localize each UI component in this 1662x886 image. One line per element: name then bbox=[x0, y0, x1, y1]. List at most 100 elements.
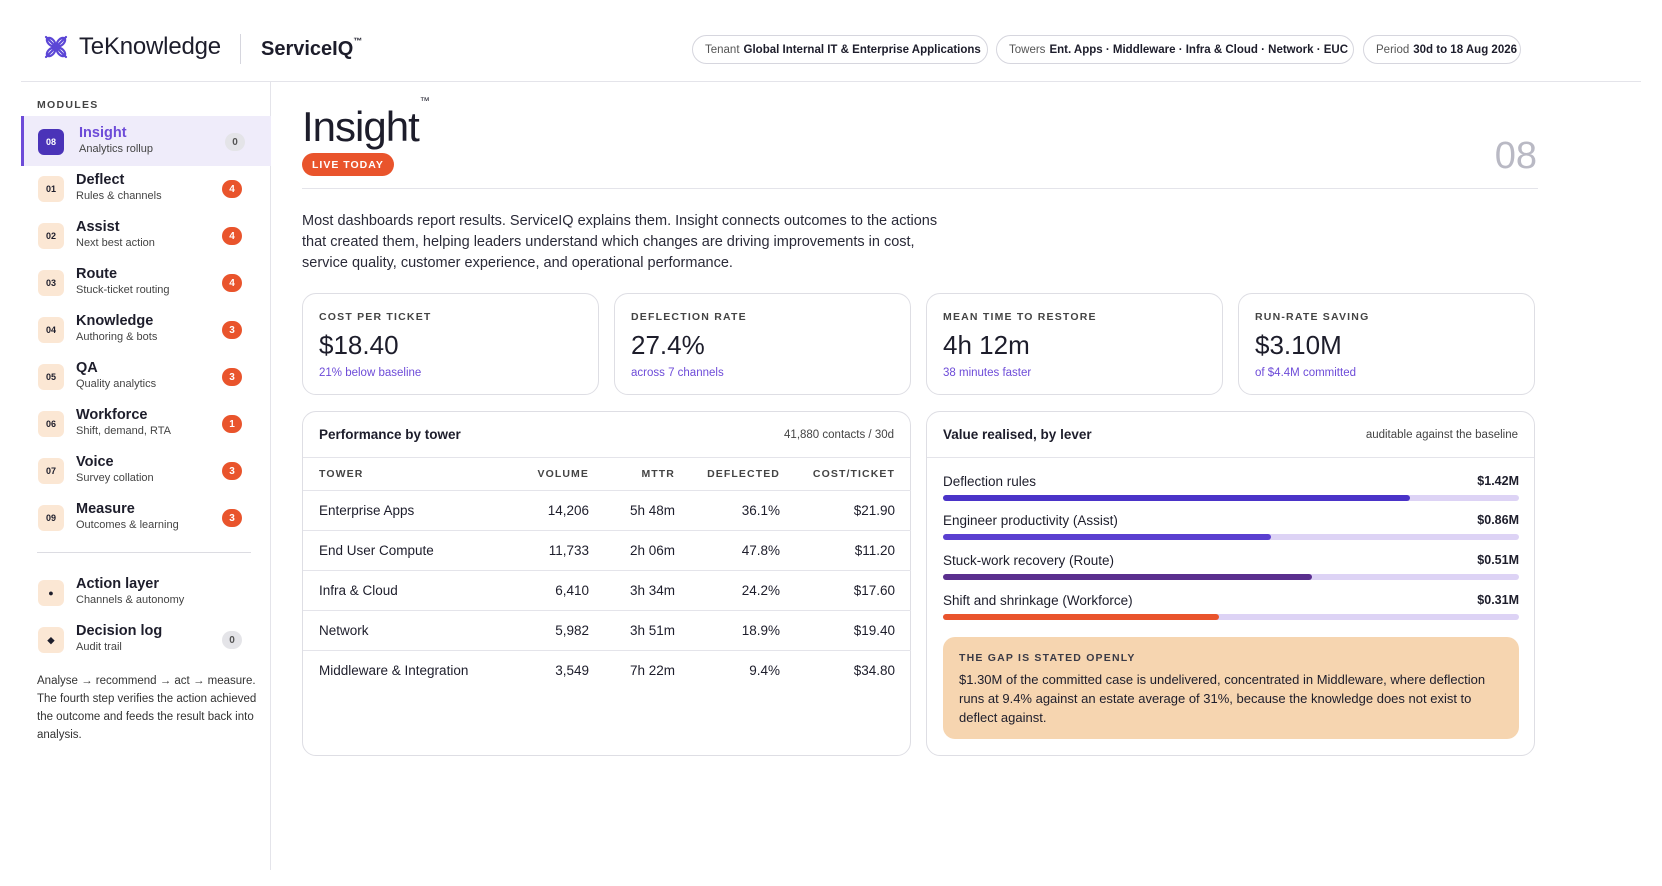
sidebar-item-subtitle: Channels & autonomy bbox=[76, 594, 185, 606]
cell-mttr: 3h 51m bbox=[605, 610, 691, 651]
sidebar-item-qa[interactable]: 05 QA Quality analytics 3 bbox=[21, 351, 271, 401]
period-filter-pill[interactable]: Period 30d to 18 Aug 2026 bbox=[1363, 35, 1521, 64]
voice-module-icon: 07 bbox=[38, 458, 64, 484]
column-header-cost-per-ticket[interactable]: COST/TICKET bbox=[796, 458, 911, 491]
cell-volume: 11,733 bbox=[503, 530, 605, 571]
table-row[interactable]: Middleware & Integration 3,549 7h 22m 9.… bbox=[303, 650, 911, 690]
lever-row: Stuck-work recovery (Route) $0.51M bbox=[943, 553, 1519, 589]
column-header-volume[interactable]: VOLUME bbox=[503, 458, 605, 491]
tower-performance-panel: Performance by tower 41,880 contacts / 3… bbox=[302, 411, 911, 756]
teknowledge-logo-icon bbox=[44, 35, 68, 59]
period-label: Period bbox=[1376, 43, 1410, 56]
cell-tower: Middleware & Integration bbox=[319, 662, 469, 678]
tenant-value: Global Internal IT & Enterprise Applicat… bbox=[743, 43, 981, 56]
sidebar-item-workforce[interactable]: 06 Workforce Shift, demand, RTA 1 bbox=[21, 398, 271, 448]
lever-bar-track bbox=[943, 495, 1519, 501]
table-row[interactable]: Network 5,982 3h 51m 18.9% $19.40 bbox=[303, 610, 911, 651]
cell-volume: 3,549 bbox=[555, 662, 589, 678]
page-title-text: Insight bbox=[302, 103, 420, 150]
tenant-filter-pill[interactable]: Tenant Global Internal IT & Enterprise A… bbox=[692, 35, 988, 64]
table-row[interactable]: Infra & Cloud 6,410 3h 34m 24.2% $17.60 bbox=[303, 570, 911, 611]
sidebar-item-decision-log[interactable]: ◆ Decision log Audit trail 0 bbox=[21, 614, 271, 664]
product-label: ServiceIQ bbox=[261, 38, 354, 60]
sidebar-item-assist[interactable]: 02 Assist Next best action 4 bbox=[21, 210, 271, 260]
sidebar-item-title: Action layer bbox=[76, 576, 159, 592]
measure-module-icon: 09 bbox=[38, 505, 64, 531]
workforce-module-icon: 06 bbox=[38, 411, 64, 437]
sidebar-item-deflect[interactable]: 01 Deflect Rules & channels 4 bbox=[21, 163, 271, 213]
towers-value: Ent. Apps · Middleware · Infra & Cloud ·… bbox=[1049, 43, 1349, 56]
cell-mttr: 5h 48m bbox=[605, 490, 691, 531]
sidebar-item-title: Route bbox=[76, 266, 118, 282]
sidebar-item-insight[interactable]: 08 Insight Analytics rollup 0 bbox=[21, 116, 271, 166]
product-name: ServiceIQ™ bbox=[261, 36, 362, 61]
panel-title: Performance by tower bbox=[319, 427, 461, 442]
page-title-trademark: ™ bbox=[419, 96, 430, 107]
lever-bar-fill bbox=[943, 534, 1272, 540]
sidebar-item-measure[interactable]: 09 Measure Outcomes & learning 3 bbox=[21, 492, 271, 542]
lever-bar-fill bbox=[943, 574, 1312, 580]
kpi-label: DEFLECTION RATE bbox=[631, 311, 747, 323]
sidebar-item-count: 4 bbox=[222, 180, 242, 198]
lever-label: Engineer productivity (Assist) bbox=[943, 513, 1118, 528]
towers-filter-pill[interactable]: Towers Ent. Apps · Middleware · Infra & … bbox=[996, 35, 1354, 64]
kpi-note: 21% below baseline bbox=[319, 367, 422, 379]
qa-module-icon: 05 bbox=[38, 364, 64, 390]
route-module-icon: 03 bbox=[38, 270, 64, 296]
cell-mttr: 7h 22m bbox=[629, 662, 675, 678]
sidebar-item-title: QA bbox=[76, 360, 98, 376]
cell-cost-per-ticket: $21.90 bbox=[796, 490, 911, 531]
kpi-cost-per-ticket: COST PER TICKET $18.40 21% below baselin… bbox=[302, 293, 599, 395]
header-divider bbox=[240, 34, 241, 64]
sidebar-item-subtitle: Outcomes & learning bbox=[76, 519, 179, 531]
sidebar-item-title: Assist bbox=[76, 219, 120, 235]
sidebar-item-voice[interactable]: 07 Voice Survey collation 3 bbox=[21, 445, 271, 495]
sidebar-item-title: Knowledge bbox=[76, 313, 154, 329]
lever-value: $0.86M bbox=[1477, 513, 1519, 527]
table-row[interactable]: End User Compute 11,733 2h 06m 47.8% $11… bbox=[303, 530, 911, 571]
cycle-note: Analyse → recommend → act → measure. The… bbox=[37, 675, 257, 741]
gap-callout-text: $1.30M of the committed case is undelive… bbox=[959, 672, 1486, 725]
sidebar-item-title: Deflect bbox=[76, 172, 125, 188]
cell-tower: Enterprise Apps bbox=[303, 490, 503, 531]
cell-mttr: 2h 06m bbox=[605, 530, 691, 571]
kpi-value: $18.40 bbox=[319, 330, 399, 360]
sidebar-item-action-layer[interactable]: ● Action layer Channels & autonomy bbox=[21, 567, 271, 617]
cell-mttr: 3h 34m bbox=[605, 570, 691, 611]
insight-module-icon: 08 bbox=[38, 129, 64, 155]
table-header-row: TOWER VOLUME MTTR DEFLECTED COST/TICKET bbox=[303, 458, 911, 491]
kpi-label: COST PER TICKET bbox=[319, 311, 432, 323]
panel-divider bbox=[927, 457, 1534, 458]
sidebar-item-title: Measure bbox=[76, 501, 135, 517]
column-header-deflected[interactable]: DEFLECTED bbox=[691, 458, 796, 491]
value-by-lever-panel: Value realised, by lever auditable again… bbox=[926, 411, 1535, 756]
sidebar-item-count: 3 bbox=[222, 509, 242, 527]
app-frame: TeKnowledge ServiceIQ™ Tenant Global Int… bbox=[21, 0, 1641, 870]
kpi-note: across 7 channels bbox=[631, 367, 724, 379]
deflect-module-icon: 01 bbox=[38, 176, 64, 202]
sidebar-item-count: 3 bbox=[222, 321, 242, 339]
kpi-run-rate-saving: RUN-RATE SAVING $3.10M of $4.4M committe… bbox=[1238, 293, 1535, 395]
kpi-value: 4h 12m bbox=[943, 330, 1030, 360]
tower-table: TOWER VOLUME MTTR DEFLECTED COST/TICKET … bbox=[303, 458, 911, 690]
brand-logo[interactable]: TeKnowledge bbox=[41, 32, 221, 62]
kpi-value: $3.10M bbox=[1255, 330, 1342, 360]
gap-callout-title: THE GAP IS STATED OPENLY bbox=[959, 652, 1136, 664]
table-row[interactable]: Enterprise Apps 14,206 5h 48m 36.1% $21.… bbox=[303, 490, 911, 531]
column-header-mttr[interactable]: MTTR bbox=[605, 458, 691, 491]
sidebar-item-count: 0 bbox=[225, 133, 245, 151]
column-header-tower[interactable]: TOWER bbox=[303, 458, 503, 491]
sidebar-item-subtitle: Shift, demand, RTA bbox=[76, 425, 171, 437]
sidebar-item-knowledge[interactable]: 04 Knowledge Authoring & bots 3 bbox=[21, 304, 271, 354]
sidebar-item-route[interactable]: 03 Route Stuck-ticket routing 4 bbox=[21, 257, 271, 307]
sidebar-item-subtitle: Analytics rollup bbox=[79, 143, 153, 155]
lever-row: Shift and shrinkage (Workforce) $0.31M bbox=[943, 593, 1519, 629]
sidebar-item-count: 4 bbox=[222, 227, 242, 245]
intro-paragraph: Most dashboards report results. ServiceI… bbox=[302, 213, 938, 271]
lever-value: $0.51M bbox=[1477, 553, 1519, 567]
period-value: 30d to 18 Aug 2026 bbox=[1413, 43, 1518, 56]
lever-label: Deflection rules bbox=[943, 474, 1037, 489]
lever-label: Shift and shrinkage (Workforce) bbox=[943, 593, 1133, 608]
cell-tower: Infra & Cloud bbox=[303, 570, 503, 611]
title-divider bbox=[302, 188, 1538, 189]
